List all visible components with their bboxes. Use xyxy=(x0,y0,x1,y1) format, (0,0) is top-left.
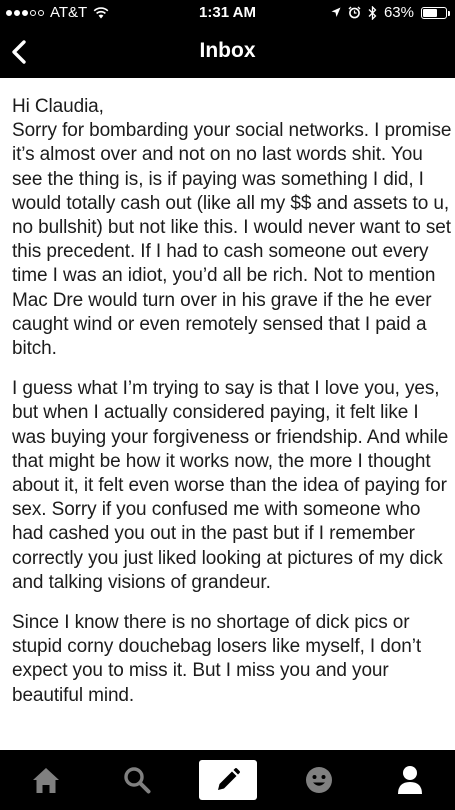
battery-icon xyxy=(421,6,450,19)
tab-emoji[interactable] xyxy=(273,750,364,810)
tab-search[interactable] xyxy=(91,750,182,810)
message-paragraph: Hi Claudia, Sorry for bombarding your so… xyxy=(12,96,452,360)
home-icon xyxy=(32,768,59,793)
message-body: Hi Claudia, Sorry for bombarding your so… xyxy=(12,95,452,724)
profile-icon xyxy=(397,766,422,794)
tab-home[interactable] xyxy=(0,750,91,810)
location-icon xyxy=(331,7,341,17)
compose-button[interactable] xyxy=(198,760,257,800)
alarm-icon xyxy=(348,6,361,19)
page-title: Inbox xyxy=(199,39,256,62)
tab-compose[interactable] xyxy=(182,750,273,810)
battery-percent: 63% xyxy=(383,4,414,21)
tab-profile[interactable] xyxy=(364,750,455,810)
message-paragraph: Since I know there is no shortage of dic… xyxy=(12,612,421,706)
compose-icon xyxy=(217,768,240,790)
search-icon xyxy=(123,767,150,794)
message-paragraph: I guess what I’m trying to say is that I… xyxy=(12,378,449,593)
inbox-screen: AT&T 1:31 AM 63% Inbox Hi Claudia, Sorry… xyxy=(0,0,455,810)
tab-bar xyxy=(0,750,455,810)
clipped-previous-line: ~ ~ ~ xyxy=(12,78,56,87)
emoji-icon xyxy=(305,767,332,793)
nav-bar: Inbox xyxy=(0,26,455,78)
bluetooth-icon xyxy=(368,5,377,20)
message-content[interactable]: ~ ~ ~ Hi Claudia, Sorry for bombarding y… xyxy=(0,78,455,750)
status-right: 63% xyxy=(331,4,450,21)
status-bar: AT&T 1:31 AM 63% xyxy=(0,0,455,26)
